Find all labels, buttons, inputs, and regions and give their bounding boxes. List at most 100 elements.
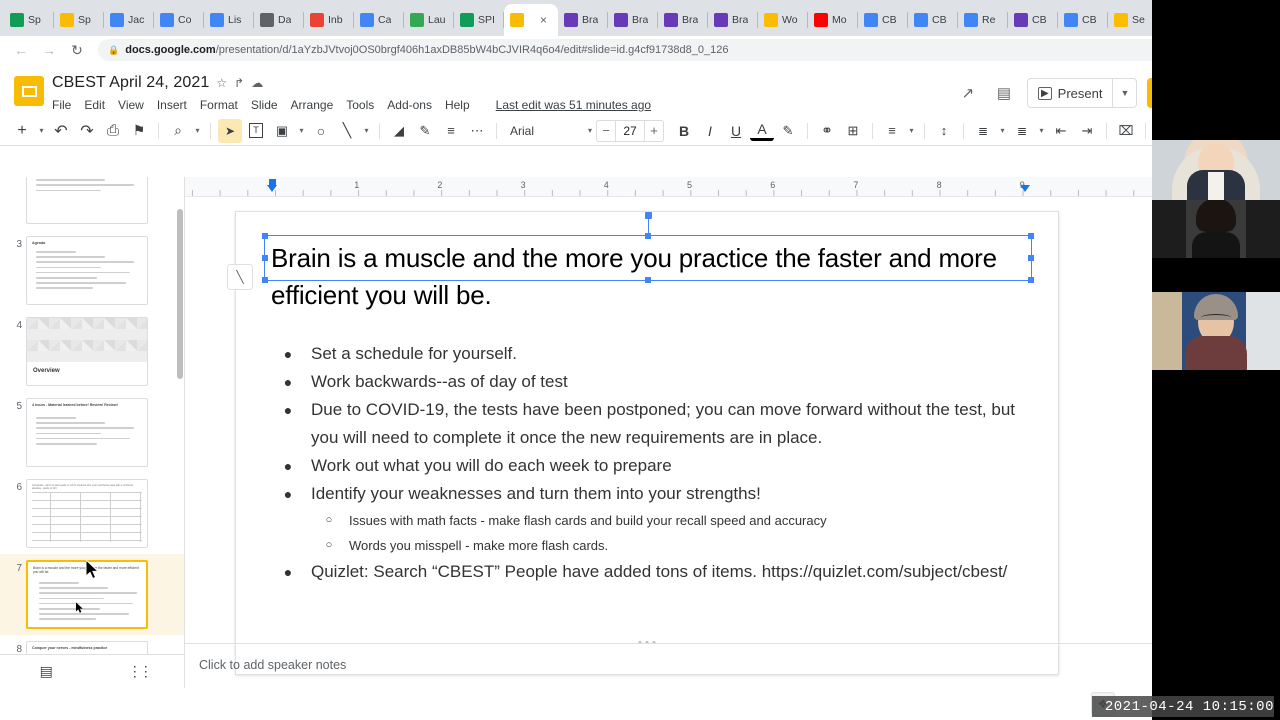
line-button[interactable]: ╲	[335, 119, 359, 143]
activity-dashboard-icon[interactable]: ↗	[955, 80, 981, 106]
new-slide-caret-icon[interactable]: ▾	[36, 119, 47, 143]
close-tab-icon[interactable]: ×	[540, 13, 547, 27]
bullet-item-level-1[interactable]: ● Quizlet: Search “CBEST” People have add…	[281, 558, 1028, 586]
present-button[interactable]: ▶ Present ▼	[1026, 78, 1138, 108]
present-dropdown[interactable]: ▼	[1112, 79, 1136, 107]
underline-button[interactable]: U	[724, 119, 748, 143]
border-color-button[interactable]: ✎	[413, 119, 437, 143]
zoom-caret-icon[interactable]: ▾	[192, 119, 203, 143]
menu-help[interactable]: Help	[445, 98, 470, 112]
insert-link-button[interactable]: ⚭	[815, 119, 839, 143]
redo-button[interactable]: ↷	[75, 119, 99, 143]
clear-formatting-button[interactable]: ⌧	[1114, 119, 1138, 143]
browser-tab[interactable]: ×	[504, 4, 558, 36]
numbered-list-caret-icon[interactable]: ▾	[997, 119, 1008, 143]
font-size-value[interactable]: 27	[615, 120, 645, 141]
browser-tab[interactable]: Lau	[404, 4, 454, 36]
browser-tab[interactable]: CB	[908, 4, 958, 36]
menu-slide[interactable]: Slide	[251, 98, 278, 112]
browser-tab[interactable]: Lis	[204, 4, 254, 36]
bullet-item-level-1[interactable]: ● Set a schedule for yourself.	[281, 340, 1028, 368]
filmstrip-slide-6[interactable]: 6 Composite - add it to pass grade in CA …	[0, 473, 184, 554]
insert-image-button[interactable]: ▣	[270, 119, 294, 143]
image-caret-icon[interactable]: ▾	[296, 119, 307, 143]
line-caret-icon[interactable]: ▾	[361, 119, 372, 143]
address-bar[interactable]: 🔒 docs.google.com/presentation/d/1aYzbJV…	[98, 39, 1182, 61]
menu-add-ons[interactable]: Add-ons	[387, 98, 432, 112]
bullet-item-level-1[interactable]: ● Work out what you will do each week to …	[281, 452, 1028, 480]
insert-comment-button[interactable]: ⊞	[841, 119, 865, 143]
participant-tile-4[interactable]	[1152, 292, 1280, 370]
align-button[interactable]: ≡	[880, 119, 904, 143]
increase-indent-button[interactable]: ⇥	[1075, 119, 1099, 143]
menu-view[interactable]: View	[118, 98, 144, 112]
participant-tile-2[interactable]	[1152, 200, 1280, 258]
border-weight-button[interactable]: ≡	[439, 119, 463, 143]
video-call-panel[interactable]	[1152, 0, 1280, 720]
slide-thumbnail[interactable]: Overview	[26, 317, 148, 386]
back-button[interactable]: ←	[8, 37, 34, 63]
browser-tab[interactable]: Re	[958, 4, 1008, 36]
participant-tile-3[interactable]	[1152, 258, 1280, 290]
crop-mask-toolbar-icon[interactable]: ╲	[227, 264, 253, 290]
browser-tab[interactable]: Inb	[304, 4, 354, 36]
font-family-select[interactable]: Arial ▾	[504, 120, 594, 142]
align-caret-icon[interactable]: ▾	[906, 119, 917, 143]
comment-history-icon[interactable]: ▤	[991, 80, 1017, 106]
text-box-button[interactable]: T	[244, 119, 268, 143]
font-size-decrease[interactable]: −	[597, 123, 615, 138]
document-title[interactable]: CBEST April 24, 2021	[52, 74, 209, 92]
line-spacing-button[interactable]: ↕	[932, 119, 956, 143]
border-dash-button[interactable]: ⋯	[465, 119, 489, 143]
font-size-increase[interactable]: +	[645, 123, 663, 138]
slide-thumbnail[interactable]: Good morning!	[26, 177, 148, 224]
ruler-indent-bottom-marker[interactable]	[267, 185, 277, 192]
star-icon[interactable]: ☆	[216, 76, 227, 90]
shape-button[interactable]: ○	[309, 119, 333, 143]
bullet-item-level-1[interactable]: ● Work backwards--as of day of test	[281, 368, 1028, 396]
browser-tab[interactable]: CB	[1058, 4, 1108, 36]
slide-thumbnail[interactable]: Composite - add it to pass grade in CA f…	[26, 479, 148, 548]
resize-handle-n[interactable]	[645, 233, 651, 239]
bullet-item-level-1[interactable]: ● Identify your weaknesses and turn them …	[281, 480, 1028, 508]
fill-color-button[interactable]: ◢	[387, 119, 411, 143]
browser-tab[interactable]: SPI	[454, 4, 504, 36]
bulleted-list-button[interactable]: ≣	[1010, 119, 1034, 143]
grid-view-button[interactable]: ⋮⋮	[93, 663, 185, 680]
bullet-item-level-1[interactable]: ● Due to COVID-19, the tests have been po…	[281, 396, 1028, 452]
browser-tab[interactable]: Bra	[558, 4, 608, 36]
new-slide-button[interactable]: +	[10, 119, 34, 143]
present-main[interactable]: ▶ Present	[1028, 86, 1113, 101]
bullet-item-level-2[interactable]: ○ Words you misspell - make more flash ca…	[323, 533, 1028, 558]
browser-tab[interactable]: Bra	[658, 4, 708, 36]
browser-tab[interactable]: Da	[254, 4, 304, 36]
browser-tab[interactable]: CB	[858, 4, 908, 36]
text-color-button[interactable]: A	[750, 121, 774, 141]
bulleted-list-caret-icon[interactable]: ▾	[1036, 119, 1047, 143]
undo-button[interactable]: ↶	[49, 119, 73, 143]
menu-file[interactable]: File	[52, 98, 71, 112]
italic-button[interactable]: I	[698, 119, 722, 143]
menu-tools[interactable]: Tools	[346, 98, 374, 112]
resize-handle-w[interactable]	[262, 255, 268, 261]
participant-tile-1[interactable]	[1152, 140, 1280, 202]
menu-format[interactable]: Format	[200, 98, 238, 112]
resize-handle-sw[interactable]	[262, 277, 268, 283]
filmstrip-slide-3[interactable]: 3 Agenda	[0, 230, 184, 311]
numbered-list-button[interactable]: ≣	[971, 119, 995, 143]
browser-tab[interactable]: Jac	[104, 4, 154, 36]
resize-handle-nw[interactable]	[262, 233, 268, 239]
slide-body-bullets[interactable]: ● Set a schedule for yourself. ● Work backw…	[281, 340, 1028, 586]
current-slide[interactable]: ╲ Brain is a muscle and the more you pra…	[227, 211, 1059, 675]
paint-format-button[interactable]: ⚑	[127, 119, 151, 143]
browser-tab[interactable]: Ca	[354, 4, 404, 36]
select-tool-button[interactable]: ➤	[218, 118, 242, 143]
menu-arrange[interactable]: Arrange	[291, 98, 334, 112]
filmstrip-slide-2[interactable]: 2Good morning!	[0, 177, 184, 230]
browser-tab[interactable]: Wo	[758, 4, 808, 36]
browser-tab[interactable]: Se	[1108, 4, 1158, 36]
forward-button[interactable]: →	[36, 37, 62, 63]
browser-tab[interactable]: Mo	[808, 4, 858, 36]
slide-thumbnail[interactable]: Agenda	[26, 236, 148, 305]
filmstrip-scrollbar[interactable]	[177, 209, 183, 379]
